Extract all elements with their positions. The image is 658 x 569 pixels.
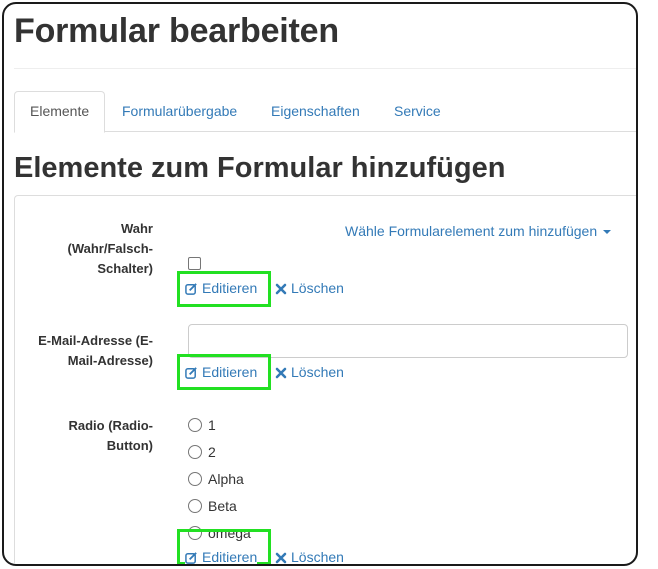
field-label-email: E-Mail-Adresse (E- Mail-Adresse) (38, 333, 153, 368)
delete-x-icon (275, 282, 287, 298)
email-field[interactable] (188, 324, 628, 358)
radio-option-alpha[interactable] (188, 472, 202, 486)
page-title: Formular bearbeiten (14, 12, 339, 50)
radio-label: Alpha (208, 471, 244, 487)
delete-button-label: Löschen (291, 364, 344, 380)
tab-elemente[interactable]: Elemente (14, 91, 106, 133)
edit-icon (185, 282, 198, 298)
radio-label: Beta (208, 498, 237, 514)
section-title: Elemente zum Formular hinzufügen (14, 152, 506, 184)
delete-button[interactable]: Löschen (275, 364, 344, 382)
edit-button[interactable]: Editieren (185, 364, 257, 382)
radio-option-2[interactable] (188, 445, 202, 459)
radio-label: 2 (208, 444, 216, 460)
tab-bar: Elemente Formularübergabe Eigenschaften … (14, 91, 636, 133)
add-element-dropdown-label: Wähle Formularelement zum hinzufügen (345, 223, 598, 239)
tab-eigenschaften[interactable]: Eigenschaften (256, 91, 375, 132)
edit-button-label: Editieren (202, 280, 258, 296)
delete-button[interactable]: Löschen (275, 280, 344, 298)
tab-formularuebergabe[interactable]: Formularübergabe (107, 91, 252, 132)
edit-button-label: Editieren (202, 364, 258, 380)
add-element-dropdown[interactable]: Wähle Formularelement zum hinzufügen (345, 223, 612, 239)
window-frame: Formular bearbeiten Elemente Formularübe… (2, 2, 638, 566)
edit-icon (185, 366, 198, 382)
edit-button[interactable]: Editieren (185, 280, 257, 298)
edit-button-label: Editieren (202, 549, 258, 565)
wahr-checkbox[interactable] (188, 257, 201, 270)
delete-button[interactable]: Löschen (275, 549, 344, 565)
delete-button-label: Löschen (291, 280, 344, 296)
title-divider (14, 68, 636, 69)
radio-option-1[interactable] (188, 418, 202, 432)
delete-x-icon (275, 366, 287, 382)
tab-service[interactable]: Service (379, 91, 456, 132)
delete-x-icon (275, 551, 287, 564)
delete-button-label: Löschen (291, 549, 344, 565)
radio-option-beta[interactable] (188, 499, 202, 513)
edit-button[interactable]: Editieren (185, 549, 258, 565)
caret-down-icon (603, 230, 612, 235)
edit-icon (185, 551, 198, 564)
field-label-wahr: Wahr (Wahr/Falsch- Schalter) (67, 221, 153, 276)
radio-label: 1 (208, 417, 216, 433)
field-label-radio: Radio (Radio- Button) (68, 418, 154, 453)
